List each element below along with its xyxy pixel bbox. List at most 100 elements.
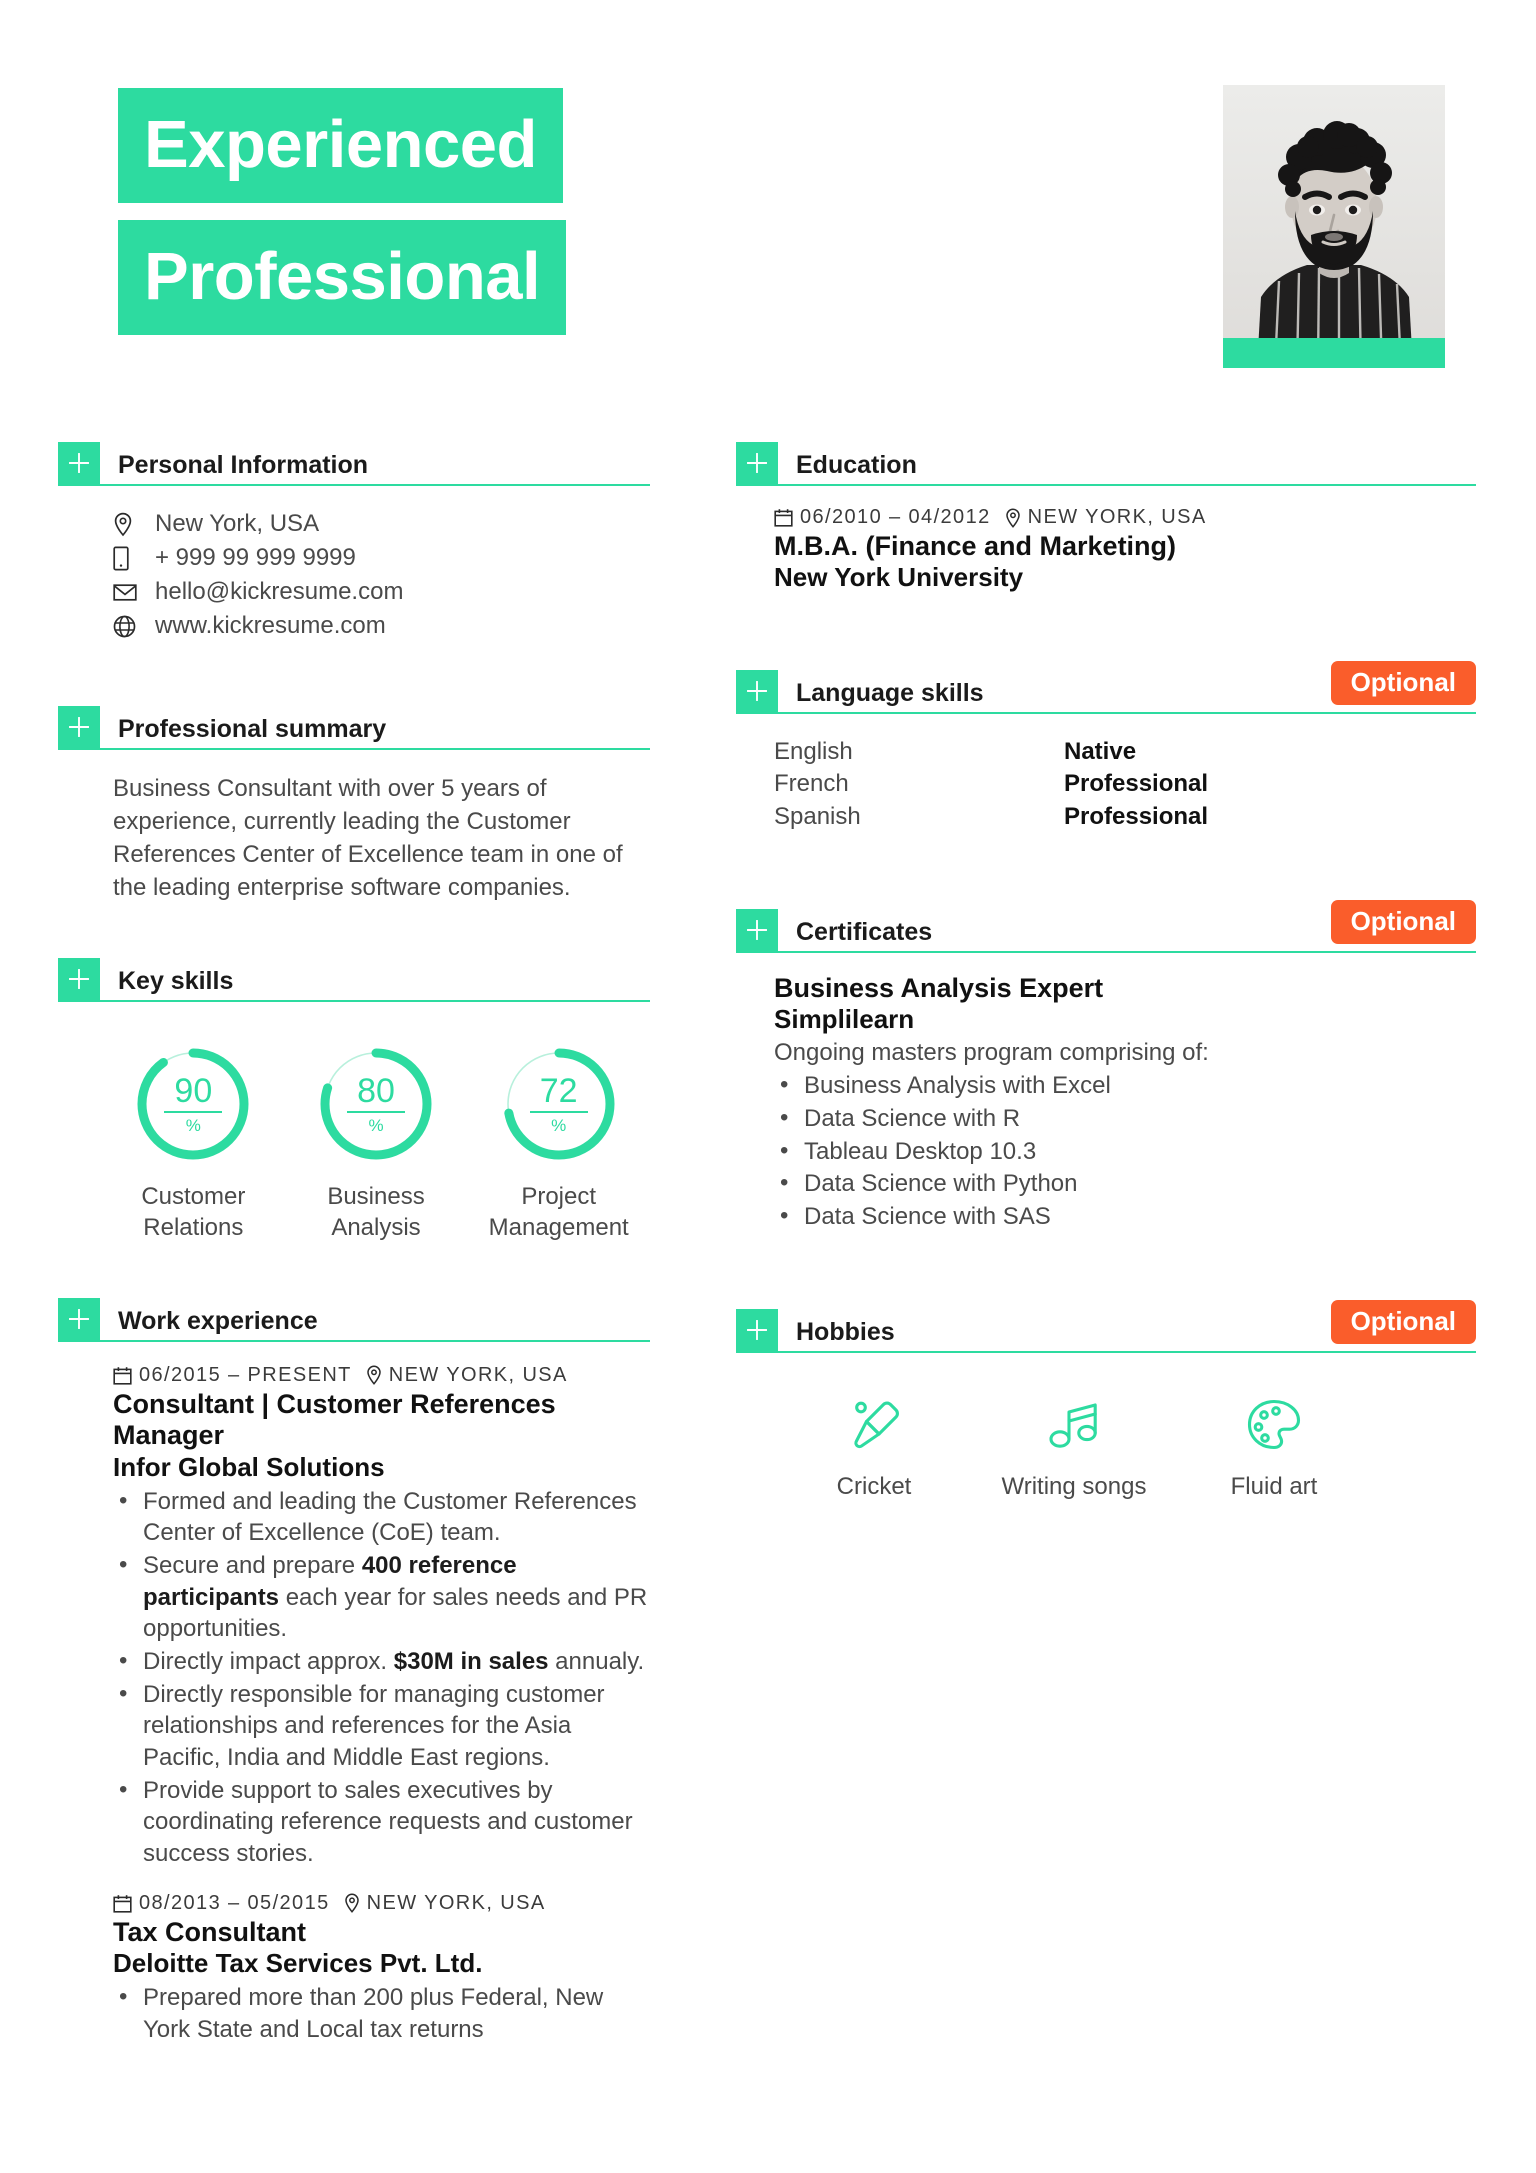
contact-value: + 999 99 999 9999 xyxy=(155,543,356,571)
optional-badge[interactable]: Optional xyxy=(1330,660,1476,705)
paint-palette-icon xyxy=(1243,1387,1305,1463)
section-header: Work experience xyxy=(58,1296,650,1342)
hobby-label: Writing songs xyxy=(1001,1472,1147,1500)
contact-row-email[interactable]: hello@kickresume.com xyxy=(113,576,650,608)
cricket-bat-icon xyxy=(843,1387,905,1463)
location-pin-icon xyxy=(344,1893,360,1914)
section-title: Personal Information xyxy=(118,451,369,479)
section-certificates: Certificates Optional Business Analysis … xyxy=(736,899,1476,1233)
plus-icon xyxy=(58,1297,100,1340)
right-column: Education 06/2010 – 04/2012 NEW YORK, US… xyxy=(680,440,1536,2047)
gauge-divider xyxy=(347,1111,405,1114)
contact-value: www.kickresume.com xyxy=(155,611,386,639)
plus-icon xyxy=(58,442,100,484)
gauge-value: 72 xyxy=(539,1072,578,1111)
section-work-experience: Work experience 06/2015 – PRESENT NEW YO… xyxy=(58,1296,650,2046)
location-pin-icon xyxy=(1005,508,1021,528)
section-header: Education xyxy=(736,440,1476,486)
gauge-label: Project Management xyxy=(488,1183,629,1242)
entry-title: Consultant | Customer References Manager xyxy=(113,1388,556,1451)
section-title: Language skills xyxy=(796,678,984,707)
envelope-icon xyxy=(113,583,143,602)
gauge-value: 90 xyxy=(174,1072,213,1111)
location-pin-icon xyxy=(366,1365,382,1386)
section-title: Key skills xyxy=(118,967,234,996)
language-row: English Native xyxy=(774,736,1476,768)
hobby-list: Cricket Writing songs Fluid art xyxy=(774,1387,1476,1501)
language-list: English Native French Professional Spani… xyxy=(774,736,1476,833)
section-header: Hobbies Optional xyxy=(736,1299,1476,1353)
bullet-item: Data Science with SAS xyxy=(774,1200,1476,1233)
resume-header: Experienced Professional xyxy=(0,0,1536,400)
section-professional-summary: Professional summary Business Consultant… xyxy=(58,704,650,904)
photo-accent-bar xyxy=(1223,338,1445,368)
section-language-skills: Language skills Optional English Native … xyxy=(736,660,1476,833)
section-header: Language skills Optional xyxy=(736,660,1476,714)
bullet-item: Tableau Desktop 10.3 xyxy=(774,1135,1476,1168)
resume-page: Experienced Professional Personal Inform… xyxy=(0,0,1536,2173)
gauge-divider xyxy=(529,1111,588,1114)
language-level: Professional xyxy=(1064,770,1209,798)
plus-icon xyxy=(736,1308,778,1351)
entry-location: NEW YORK, USA xyxy=(1027,506,1207,528)
bullet-item: Prepared more than 200 plus Federal, New… xyxy=(113,1981,650,2045)
section-title: Education xyxy=(796,451,917,479)
language-level: Professional xyxy=(1064,802,1209,830)
contact-row-location: New York, USA xyxy=(113,508,650,540)
contact-row-website[interactable]: www.kickresume.com xyxy=(113,610,650,642)
bullet-item: Directly responsible for managing custom… xyxy=(113,1678,650,1774)
entry-meta: 06/2010 – 04/2012 NEW YORK, USA xyxy=(774,506,1476,529)
entry-date: 06/2015 – PRESENT xyxy=(139,1363,352,1386)
bullet-item: Secure and prepare 400 reference partici… xyxy=(113,1549,650,1645)
gauge-ring-icon: 90 % xyxy=(133,1044,253,1164)
skill-gauge: 72 % Project Management xyxy=(467,1044,650,1243)
bullet-item: Data Science with R xyxy=(774,1102,1476,1135)
resume-title-block: Experienced Professional xyxy=(118,88,567,335)
entry-meta: 06/2015 – PRESENT NEW YORK, USA xyxy=(113,1364,650,1387)
calendar-icon xyxy=(113,1366,132,1385)
location-pin-icon xyxy=(113,512,143,537)
entry-location: NEW YORK, USA xyxy=(366,1891,546,1914)
section-title: Work experience xyxy=(118,1306,318,1335)
skill-gauge: 90 % Customer Relations xyxy=(102,1044,285,1243)
gauge-value: 80 xyxy=(357,1072,395,1111)
gauge-unit: % xyxy=(551,1116,567,1136)
contact-value: New York, USA xyxy=(155,509,320,537)
title-line-2: Professional xyxy=(118,220,567,335)
optional-badge[interactable]: Optional xyxy=(1330,1299,1476,1344)
hobby-item: Cricket xyxy=(774,1387,974,1501)
section-header: Personal Information xyxy=(58,440,650,486)
plus-icon xyxy=(736,908,778,951)
music-notes-icon xyxy=(1043,1387,1105,1463)
left-column: Personal Information New York, USA + 999 xyxy=(0,440,680,2047)
section-education: Education 06/2010 – 04/2012 NEW YORK, US… xyxy=(736,440,1476,594)
globe-icon xyxy=(113,615,143,638)
entry-organization: Deloitte Tax Services Pvt. Ltd. xyxy=(113,1948,483,1979)
plus-icon xyxy=(58,706,100,748)
section-title: Certificates xyxy=(796,917,933,946)
certificate-entry: Business Analysis Expert Simplilearn Ong… xyxy=(774,973,1476,1233)
bullet-item: Directly impact approx. $30M in sales an… xyxy=(113,1645,650,1678)
hobby-label: Cricket xyxy=(836,1472,912,1500)
optional-badge[interactable]: Optional xyxy=(1330,899,1476,944)
language-level: Native xyxy=(1064,737,1137,765)
entry-bullet-list: Formed and leading the Customer Referenc… xyxy=(113,1485,650,1870)
hobby-item: Fluid art xyxy=(1174,1387,1374,1501)
bullet-item: Provide support to sales executives by c… xyxy=(113,1774,650,1870)
hobby-item: Writing songs xyxy=(974,1387,1174,1501)
section-header: Certificates Optional xyxy=(736,899,1476,953)
entry-bullet-list: Prepared more than 200 plus Federal, New… xyxy=(113,1981,650,2045)
contact-row-phone: + 999 99 999 9999 xyxy=(113,542,650,574)
calendar-icon xyxy=(774,508,793,527)
skill-gauge: 80 % Business Analysis xyxy=(285,1044,468,1243)
contact-value: hello@kickresume.com xyxy=(155,577,404,605)
section-header: Professional summary xyxy=(58,704,650,750)
entry-organization: New York University xyxy=(774,562,1024,593)
work-entry: 06/2015 – PRESENT NEW YORK, USA Consulta… xyxy=(113,1364,650,1870)
language-name: Spanish xyxy=(774,802,861,830)
work-entry: 08/2013 – 05/2015 NEW YORK, USA Tax Cons… xyxy=(113,1892,650,2046)
plus-icon xyxy=(736,669,778,712)
certificate-organization: Simplilearn xyxy=(774,1003,915,1034)
plus-icon xyxy=(736,442,778,484)
skill-gauge-group: 90 % Customer Relations 80 % Business An… xyxy=(102,1044,650,1243)
